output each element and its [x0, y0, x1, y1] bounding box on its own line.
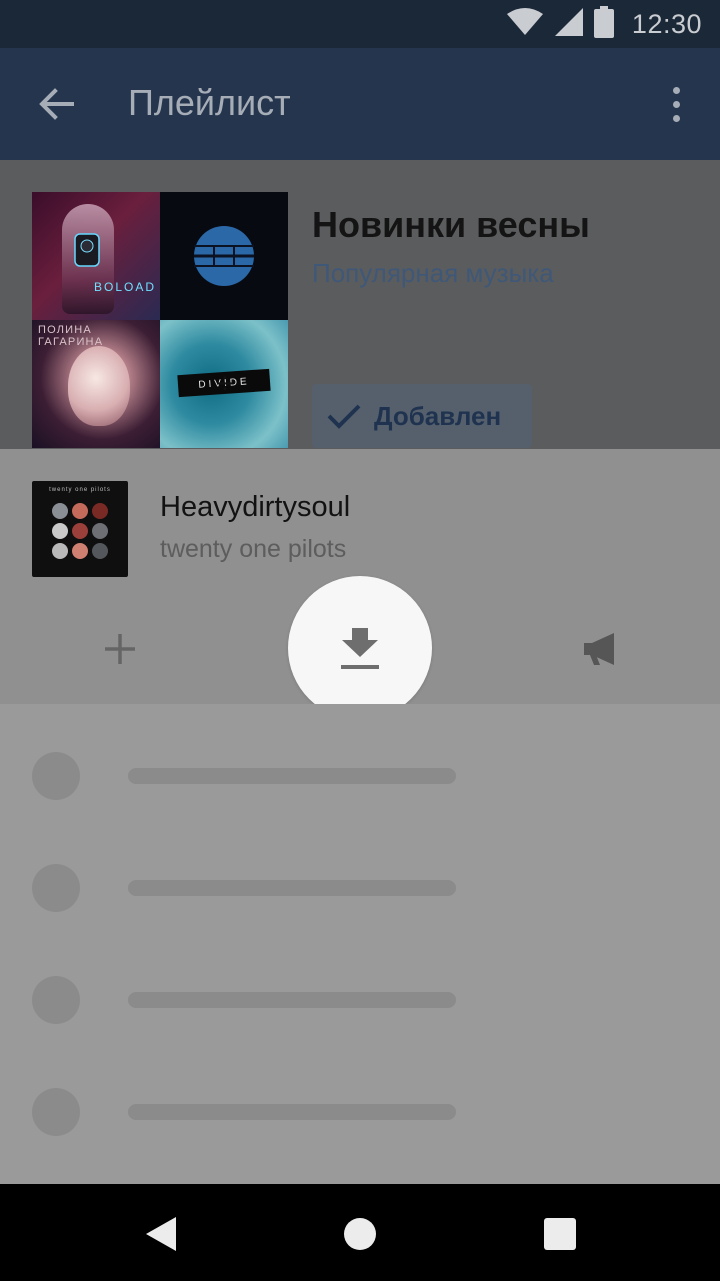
nav-back-button[interactable] [132, 1206, 188, 1262]
track-cover-caption: twenty one pilots [49, 487, 111, 493]
playlist-subtitle[interactable]: Популярная музыка [312, 258, 554, 289]
album-cover-4: DIVIDE ÷ [160, 320, 288, 448]
cover1-text: BOLOAD [94, 280, 157, 294]
broadcast-button[interactable] [570, 619, 630, 679]
list-item [0, 976, 720, 1036]
status-time: 12:30 [631, 8, 702, 39]
plus-icon [105, 634, 135, 664]
list-item [0, 752, 720, 812]
arrow-back-icon [39, 88, 74, 120]
added-label: Добавлен [374, 400, 502, 431]
track-artist: twenty one pilots [160, 535, 347, 563]
download-icon [341, 628, 379, 669]
camera-graphic [74, 233, 100, 267]
playlist-header: BOLOAD ПОЛИНА ГАГАРИНА DIVIDE ÷ Новинки … [0, 160, 720, 449]
more-vertical-icon [672, 86, 680, 94]
status-bar: 12:30 [0, 0, 720, 48]
placeholder-line [128, 1104, 456, 1120]
toolbar: Плейлист [0, 48, 720, 160]
list-item [0, 1088, 720, 1148]
check-icon [327, 404, 361, 429]
download-button[interactable] [288, 576, 432, 720]
album-cover-1: BOLOAD [32, 192, 160, 320]
back-button[interactable] [26, 78, 86, 130]
album-cover-3: ПОЛИНА ГАГАРИНА [32, 320, 160, 448]
track-sheet: twenty one pilots Heavydirtysoul twenty … [0, 449, 720, 720]
album-cover-2 [160, 192, 288, 320]
placeholder-avatar [32, 752, 80, 800]
loading-list [0, 704, 720, 1184]
nav-home-icon [344, 1218, 376, 1250]
battery-icon [593, 5, 614, 43]
track-cover: twenty one pilots [32, 481, 128, 577]
navigation-bar [0, 1184, 720, 1281]
nav-recents-button[interactable] [532, 1206, 588, 1262]
placeholder-avatar [32, 864, 80, 912]
list-item [0, 864, 720, 924]
placeholder-line [128, 880, 456, 896]
nav-home-button[interactable] [332, 1206, 388, 1262]
add-button[interactable] [90, 619, 150, 679]
track-title: Heavydirtysoul [160, 491, 351, 523]
nav-back-icon [146, 1217, 176, 1251]
logo-graphic [194, 226, 254, 286]
placeholder-avatar [32, 1088, 80, 1136]
placeholder-avatar [32, 976, 80, 1024]
megaphone-icon [584, 633, 614, 665]
more-options-button[interactable] [654, 82, 698, 126]
signal-icon [554, 7, 584, 42]
status-icons: 12:30 [506, 5, 702, 43]
wifi-icon [506, 7, 544, 41]
placeholder-line [128, 768, 456, 784]
cover3-text: ПОЛИНА ГАГАРИНА [38, 324, 104, 348]
playlist-title: Новинки весны [312, 204, 590, 245]
nav-recents-icon [544, 1218, 576, 1250]
playlist-cover: BOLOAD ПОЛИНА ГАГАРИНА DIVIDE ÷ [32, 192, 288, 448]
placeholder-line [128, 992, 456, 1008]
page-title: Плейлист [128, 82, 291, 123]
added-button[interactable]: Добавлен [312, 384, 532, 448]
